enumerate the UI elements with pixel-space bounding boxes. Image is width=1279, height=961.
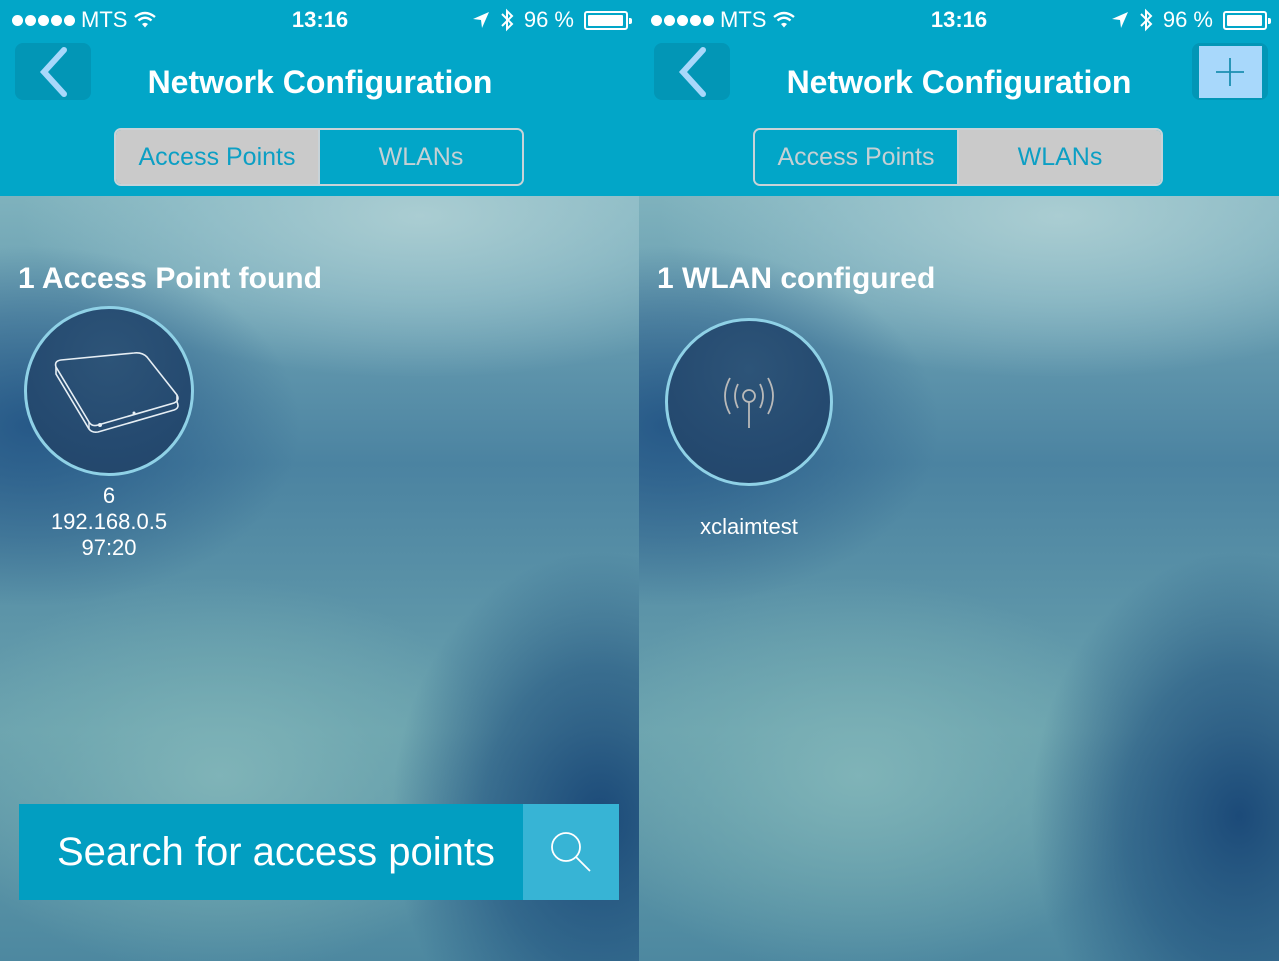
- page-title: Network Configuration: [147, 64, 493, 100]
- battery-icon: [1223, 10, 1271, 30]
- bluetooth-icon: [501, 8, 514, 32]
- search-access-points-button[interactable]: Search for access points: [19, 804, 619, 900]
- battery-icon: [584, 10, 632, 30]
- tab-wlans[interactable]: WLANs: [320, 130, 522, 184]
- wlans-count: 1 WLAN configured: [657, 262, 936, 295]
- wlans-screen: MTS 13:16 96 % Network Configuration Acc…: [639, 0, 1279, 961]
- access-point-mac: 97:20: [81, 535, 137, 560]
- search-icon: [551, 832, 591, 872]
- tab-wlans[interactable]: WLANs: [959, 130, 1161, 184]
- wlan-tile[interactable]: [665, 318, 833, 486]
- access-points-screen: MTS 13:16 96 % Network Configuration Acc…: [0, 0, 640, 961]
- tab-access-points[interactable]: Access Points: [116, 130, 320, 184]
- background: [639, 196, 1279, 961]
- tab-access-points[interactable]: Access Points: [755, 130, 959, 184]
- search-label[interactable]: Search for access points: [19, 804, 523, 900]
- wireless-antenna-icon: [724, 377, 774, 428]
- wlan-name: xclaimtest: [700, 514, 798, 539]
- status-bar: MTS 13:16 96 %: [0, 0, 640, 40]
- segmented-control: Access Points WLANs: [753, 128, 1163, 186]
- bluetooth-icon: [1140, 8, 1153, 32]
- battery-percentage: 96 %: [1162, 7, 1213, 32]
- location-arrow-icon: [1111, 12, 1128, 28]
- access-point-info: 6 192.168.0.5 97:20: [24, 483, 194, 561]
- status-bar: MTS 13:16 96 %: [639, 0, 1279, 40]
- add-wlan-button[interactable]: [1192, 43, 1268, 100]
- segmented-control: Access Points WLANs: [114, 128, 524, 186]
- access-point-device-icon: [54, 352, 179, 433]
- page-title: Network Configuration: [786, 64, 1132, 100]
- plus-icon: [1216, 57, 1244, 86]
- access-points-count: 1 Access Point found: [18, 262, 322, 295]
- access-point-tile[interactable]: [24, 306, 194, 476]
- access-point-id: 6: [102, 483, 116, 508]
- battery-percentage: 96 %: [523, 7, 574, 32]
- location-arrow-icon: [472, 12, 489, 28]
- search-button[interactable]: [523, 804, 619, 900]
- access-point-ip: 192.168.0.5: [50, 509, 168, 534]
